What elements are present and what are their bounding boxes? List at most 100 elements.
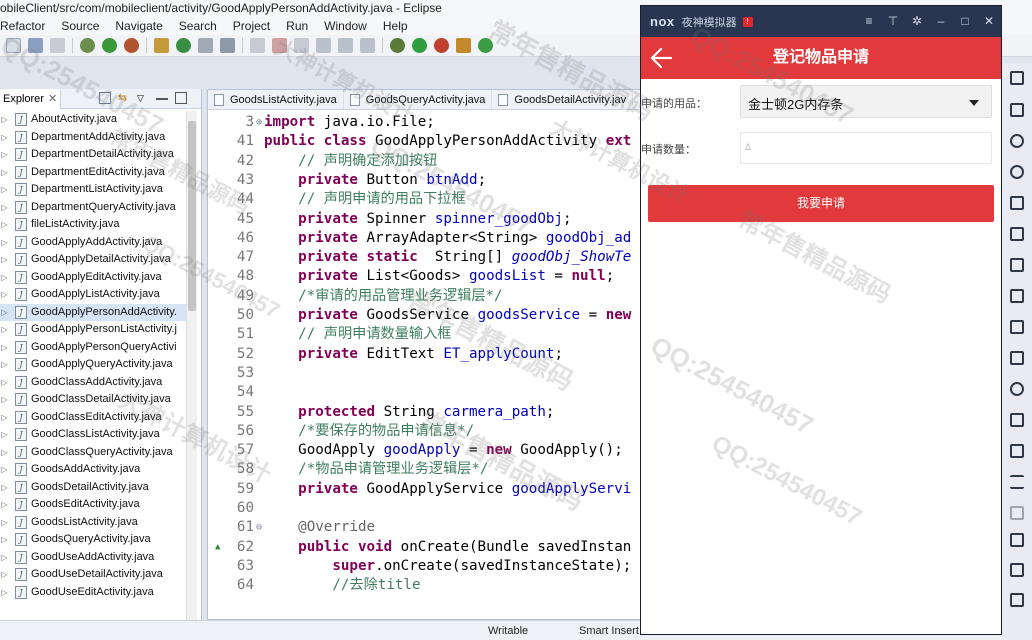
tree-item[interactable]: ▷ J DepartmentDetailActivity.java — [0, 146, 186, 164]
tree-item[interactable]: ▷ J GoodApplyPersonAddActivity. — [0, 303, 186, 322]
chevron-right-icon[interactable]: ▷ — [0, 514, 9, 532]
tree-item[interactable]: ▷ J DepartmentQueryActivity.java — [0, 199, 186, 217]
run-icon[interactable] — [102, 38, 117, 53]
chevron-right-icon[interactable]: ▷ — [0, 216, 9, 234]
search-icon[interactable] — [220, 38, 235, 53]
chevron-right-icon[interactable]: ▷ — [0, 339, 9, 357]
chevron-right-icon[interactable]: ▷ — [0, 566, 9, 584]
menu-item-search[interactable]: Search — [179, 17, 217, 35]
expand-icon[interactable]: ⊕ — [256, 113, 264, 132]
editor-tab[interactable]: GoodsQueryActivity.java — [344, 90, 493, 109]
chevron-right-icon[interactable]: ▷ — [0, 391, 9, 409]
code-line[interactable]: 41 public class GoodApplyPersonAddActivit… — [208, 132, 642, 151]
collapse-all-icon[interactable] — [99, 92, 111, 104]
override-marker-icon[interactable]: ▲ — [215, 538, 224, 552]
tree-item[interactable]: ▷ J GoodsEditActivity.java — [0, 496, 186, 514]
code-line[interactable]: 61 ⊖ @Override — [208, 518, 642, 537]
record-icon[interactable] — [1010, 351, 1024, 365]
step-into-icon[interactable] — [316, 38, 331, 53]
tree-item[interactable]: ▷ J GoodClassListActivity.java — [0, 426, 186, 444]
code-line[interactable]: 57 GoodApply goodApply = new GoodApply()… — [208, 441, 642, 460]
tree-item[interactable]: ▷ J GoodUseDetailActivity.java — [0, 566, 186, 584]
tree-item[interactable]: ▷ J GoodApplyAddActivity.java — [0, 234, 186, 252]
tree-item[interactable]: ▷ J GoodApplyDetailActivity.java — [0, 251, 186, 269]
tab-package-explorer[interactable]: Explorer ✕ — [0, 88, 62, 109]
print-icon[interactable] — [50, 38, 65, 53]
stop-icon[interactable] — [272, 38, 287, 53]
tree-item[interactable]: ▷ J GoodApplyPersonQueryActivi — [0, 339, 186, 357]
tree-item[interactable]: ▷ J GoodUseAddActivity.java — [0, 549, 186, 567]
shake-icon[interactable] — [1010, 382, 1024, 396]
tree-item[interactable]: ▷ J GoodsDetailActivity.java — [0, 479, 186, 497]
chevron-right-icon[interactable]: ▷ — [0, 479, 9, 497]
code-line[interactable]: 55 protected String carmera_path; — [208, 403, 642, 422]
menu-item-source[interactable]: Source — [61, 17, 99, 35]
maximize-icon[interactable]: □ — [959, 14, 971, 28]
tree-item[interactable]: ▷ J GoodClassEditActivity.java — [0, 409, 186, 427]
disconnect-icon[interactable] — [294, 38, 309, 53]
chevron-right-icon[interactable]: ▷ — [0, 356, 9, 374]
chevron-right-icon[interactable]: ▷ — [0, 549, 9, 567]
chevron-right-icon[interactable]: ▷ — [0, 129, 9, 147]
keyboard-icon[interactable] — [1010, 506, 1024, 520]
chevron-right-icon[interactable]: ▷ — [0, 531, 9, 549]
minimize-icon[interactable] — [156, 92, 168, 100]
code-line[interactable]: 53 — [208, 364, 642, 383]
target-icon[interactable] — [478, 38, 493, 53]
menu-item-navigate[interactable]: Navigate — [115, 17, 162, 35]
chevron-right-icon[interactable]: ▷ — [0, 374, 9, 392]
chevron-right-icon[interactable]: ▷ — [0, 251, 9, 269]
link-with-editor-icon[interactable]: ⇆ — [118, 92, 130, 104]
code-line[interactable]: 45 private Spinner spinner_goodObj; — [208, 210, 642, 229]
code-line[interactable]: 51 // 声明申请数量输入框 — [208, 325, 642, 344]
tree-item[interactable]: ▷ J GoodApplyPersonListActivity.j — [0, 321, 186, 339]
chevron-right-icon[interactable]: ▷ — [0, 304, 9, 322]
chevron-right-icon[interactable]: ▷ — [0, 461, 9, 479]
settings-icon[interactable]: ✲ — [911, 14, 923, 28]
external-tools-icon[interactable] — [124, 38, 139, 53]
chevron-right-icon[interactable]: ▷ — [0, 444, 9, 462]
new-class-icon[interactable] — [176, 38, 191, 53]
back-icon[interactable] — [1010, 533, 1024, 547]
code-line[interactable]: 47 private static String[] goodObj_ShowT… — [208, 248, 642, 267]
tree-item[interactable]: ▷ J GoodUseEditActivity.java — [0, 584, 186, 602]
code-line[interactable]: 43 private Button btnAdd; — [208, 171, 642, 190]
step-over-icon[interactable] — [338, 38, 353, 53]
apply-button[interactable]: 我要申请 — [648, 185, 994, 222]
video-icon[interactable] — [1010, 413, 1024, 427]
chevron-right-icon[interactable]: ▷ — [0, 111, 9, 129]
code-line[interactable]: 58 /*物品申请管理业务逻辑层*/ — [208, 460, 642, 479]
goods-spinner[interactable]: 金士顿2G内存条 — [740, 85, 992, 118]
alert-badge[interactable]: ! — [742, 16, 753, 27]
collapse-icon[interactable]: ⊖ — [256, 518, 264, 537]
open-type-icon[interactable] — [198, 38, 213, 53]
code-line[interactable]: 60 — [208, 499, 642, 518]
tree-item[interactable]: ▷ J DepartmentAddActivity.java — [0, 129, 186, 147]
editor-tab[interactable]: GoodsListActivity.java — [208, 90, 344, 109]
code-line[interactable]: 50 private GoodsService goodsService = n… — [208, 306, 642, 325]
chevron-right-icon[interactable]: ▷ — [0, 409, 9, 427]
code-line[interactable]: 46 private ArrayAdapter<String> goodObj_… — [208, 229, 642, 248]
editor-tab[interactable]: GoodsDetailActivity.jav — [492, 90, 634, 109]
coverage-icon[interactable] — [434, 38, 449, 53]
scissors-icon[interactable] — [1010, 134, 1024, 148]
bug-icon[interactable] — [390, 38, 405, 53]
tree-item[interactable]: ▷ J AboutActivity.java — [0, 111, 186, 129]
chevron-right-icon[interactable]: ▷ — [0, 321, 9, 339]
close-icon[interactable]: ✕ — [983, 14, 995, 28]
explorer-scrollbar[interactable] — [186, 111, 197, 640]
code-area[interactable]: 3 ⊕ import java.io.File; 41 public class Goo… — [208, 111, 642, 619]
chevron-right-icon[interactable]: ▷ — [0, 146, 9, 164]
code-line[interactable]: 49 /*审请的用品管理业务逻辑层*/ — [208, 287, 642, 306]
home-icon[interactable] — [1010, 563, 1024, 577]
tree-item[interactable]: ▷ J GoodApplyListActivity.java — [0, 286, 186, 304]
phone-icon[interactable] — [1010, 71, 1024, 85]
tree-item[interactable]: ▷ J GoodsListActivity.java — [0, 514, 186, 532]
tree-item[interactable]: ▷ J GoodApplyQueryActivity.java — [0, 356, 186, 374]
code-line[interactable]: 44 // 声明申请的用品下拉框 — [208, 190, 642, 209]
apply-count-input[interactable]: Δ — [740, 132, 992, 164]
screenshot-icon[interactable] — [1010, 196, 1024, 210]
menu-item-project[interactable]: Project — [233, 17, 270, 35]
tree-item[interactable]: ▷ J GoodClassDetailActivity.java — [0, 391, 186, 409]
code-line[interactable]: 56 /*要保存的物品申请信息*/ — [208, 422, 642, 441]
